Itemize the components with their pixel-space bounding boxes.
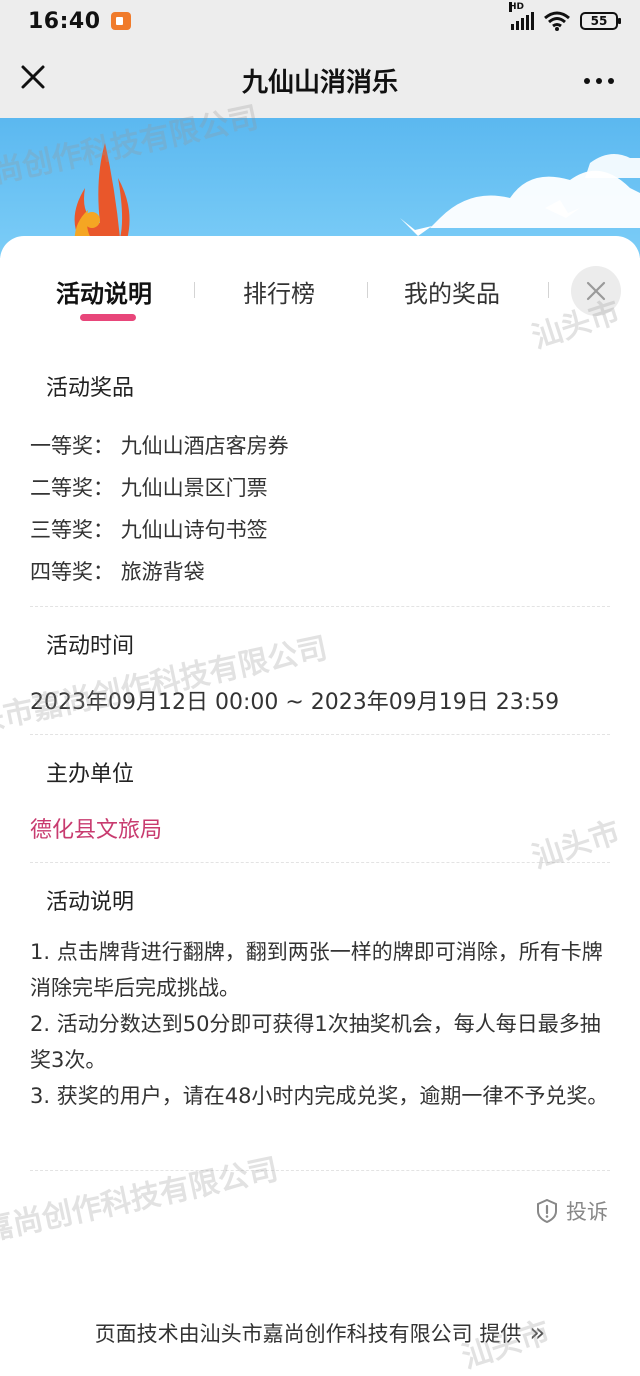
battery-level: 55 bbox=[590, 14, 608, 28]
rule-item: 3. 获奖的用户，请在48小时内完成兑奖，逾期一律不予兑奖。 bbox=[30, 1084, 609, 1108]
prize-name: 九仙山诗句书签 bbox=[120, 518, 268, 542]
section-title-description: 活动说明 bbox=[38, 884, 143, 922]
section-divider bbox=[30, 862, 610, 863]
status-bar: 16:40 HD 55 bbox=[0, 0, 640, 42]
report-button[interactable]: 投诉 bbox=[536, 1196, 608, 1226]
activity-time: 2023年09月12日 00:00 ~ 2023年09月19日 23:59 bbox=[30, 690, 560, 715]
more-options-icon[interactable] bbox=[584, 78, 614, 84]
rules-text: 1. 点击牌背进行翻牌，翻到两张一样的牌即可消除，所有卡牌消除完毕后完成挑战。 … bbox=[30, 934, 610, 1114]
prize-row: 一等奖： 九仙山酒店客房券 bbox=[30, 430, 289, 460]
screen-record-icon bbox=[110, 12, 131, 30]
tab-my-prizes[interactable]: 我的奖品 bbox=[404, 274, 500, 309]
prize-rank: 四等奖： bbox=[30, 560, 114, 584]
footer[interactable]: 页面技术由汕头市嘉尚创作科技有限公司 提供 » bbox=[0, 1318, 640, 1348]
tab-divider bbox=[194, 282, 195, 298]
report-label: 投诉 bbox=[566, 1200, 608, 1224]
rule-item: 2. 活动分数达到50分即可获得1次抽奖机会，每人每日最多抽奖3次。 bbox=[30, 1012, 601, 1072]
prize-rank: 二等奖： bbox=[30, 476, 114, 500]
nav-bar: 九仙山消消乐 bbox=[0, 42, 640, 118]
tab-leaderboard[interactable]: 排行榜 bbox=[243, 274, 315, 309]
prize-row: 四等奖： 旅游背袋 bbox=[30, 556, 205, 586]
prize-row: 三等奖： 九仙山诗句书签 bbox=[30, 514, 268, 544]
chevron-right-icon: » bbox=[529, 1318, 546, 1348]
battery-icon: 55 bbox=[580, 12, 621, 30]
status-indicators: HD 55 bbox=[509, 2, 621, 31]
prize-name: 九仙山景区门票 bbox=[120, 476, 268, 500]
close-icon bbox=[586, 281, 606, 301]
shield-alert-icon bbox=[537, 1199, 557, 1223]
tab-divider bbox=[548, 282, 549, 298]
tab-bar: 活动说明 排行榜 我的奖品 bbox=[0, 236, 640, 336]
prize-rank: 三等奖： bbox=[30, 518, 114, 542]
page-title: 九仙山消消乐 bbox=[241, 67, 398, 98]
section-divider bbox=[30, 734, 610, 735]
section-title-organizer: 主办单位 bbox=[38, 756, 143, 794]
active-tab-indicator bbox=[80, 314, 136, 321]
rule-item: 1. 点击牌背进行翻牌，翻到两张一样的牌即可消除，所有卡牌消除完毕后完成挑战。 bbox=[30, 940, 603, 1000]
close-icon[interactable] bbox=[18, 62, 48, 92]
cellular-signal-icon: HD bbox=[509, 2, 534, 30]
tab-divider bbox=[367, 282, 368, 298]
prize-rank: 一等奖： bbox=[30, 434, 114, 458]
network-type: HD bbox=[509, 2, 525, 12]
status-time: 16:40 bbox=[28, 8, 101, 34]
organizer-name: 德化县文旅局 bbox=[30, 818, 163, 843]
footer-text: 页面技术由汕头市嘉尚创作科技有限公司 提供 bbox=[94, 1322, 522, 1346]
tab-activity-info[interactable]: 活动说明 bbox=[56, 274, 152, 309]
section-divider bbox=[30, 606, 610, 607]
section-title-prizes: 活动奖品 bbox=[38, 370, 143, 408]
wifi-icon bbox=[544, 11, 570, 31]
section-title-time: 活动时间 bbox=[38, 628, 143, 666]
sheet-close-button[interactable] bbox=[571, 266, 621, 316]
bottom-sheet: 活动说明 排行榜 我的奖品 活动奖品 一等奖： 九仙山酒店客房券 二等奖： 九仙… bbox=[0, 236, 640, 1376]
section-divider bbox=[30, 1170, 610, 1171]
prize-row: 二等奖： 九仙山景区门票 bbox=[30, 472, 268, 502]
prize-name: 九仙山酒店客房券 bbox=[120, 434, 289, 458]
prize-name: 旅游背袋 bbox=[120, 560, 205, 584]
